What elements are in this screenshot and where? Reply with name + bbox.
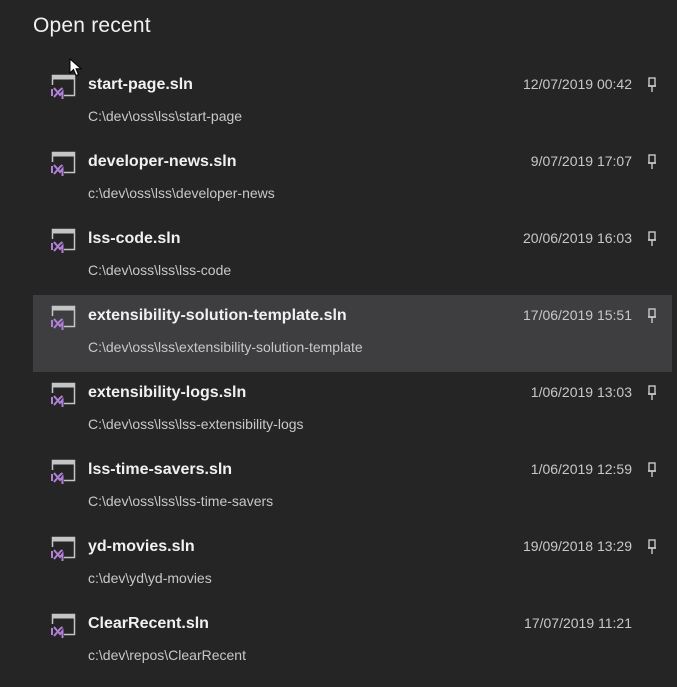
last-opened-date: 20/06/2019 16:03: [523, 230, 632, 246]
solution-path: C:\dev\oss\lss\lss-time-savers: [88, 493, 274, 509]
list-item[interactable]: ClearRecent.sln c:\dev\repos\ClearRecent…: [33, 603, 672, 680]
solution-icon: [50, 74, 76, 100]
solution-path: C:\dev\oss\lss\start-page: [88, 108, 243, 124]
pin-icon[interactable]: [646, 231, 658, 247]
list-item[interactable]: lss-time-savers.sln C:\dev\oss\lss\lss-t…: [33, 449, 672, 526]
solution-name: extensibility-logs.sln: [88, 384, 247, 401]
pin-icon[interactable]: [646, 539, 658, 555]
solution-path: c:\dev\yd\yd-movies: [88, 570, 212, 586]
pin-icon[interactable]: [646, 462, 658, 478]
list-item[interactable]: lss-code.sln C:\dev\oss\lss\lss-code 20/…: [33, 218, 672, 295]
list-item[interactable]: start-page.sln C:\dev\oss\lss\start-page…: [33, 64, 672, 141]
pin-icon[interactable]: [646, 308, 658, 324]
solution-name: lss-time-savers.sln: [88, 461, 233, 478]
pin-icon[interactable]: [646, 385, 658, 401]
solution-icon: [50, 151, 76, 177]
last-opened-date: 19/09/2018 13:29: [523, 538, 632, 554]
last-opened-date: 9/07/2019 17:07: [530, 153, 632, 169]
solution-name: extensibility-solution-template.sln: [88, 307, 347, 324]
list-item[interactable]: extensibility-logs.sln C:\dev\oss\lss\ls…: [33, 372, 672, 449]
solution-icon: [50, 613, 76, 639]
recent-list: start-page.sln C:\dev\oss\lss\start-page…: [33, 64, 672, 680]
solution-icon: [50, 459, 76, 485]
list-item[interactable]: yd-movies.sln c:\dev\yd\yd-movies 19/09/…: [33, 526, 672, 603]
last-opened-date: 17/07/2019 11:21: [524, 615, 632, 631]
pin-icon[interactable]: [646, 77, 658, 93]
pin-icon[interactable]: [646, 154, 658, 170]
last-opened-date: 12/07/2019 00:42: [523, 76, 632, 92]
solution-name: lss-code.sln: [88, 230, 181, 247]
solution-icon: [50, 536, 76, 562]
solution-name: ClearRecent.sln: [88, 615, 209, 632]
solution-name: yd-movies.sln: [88, 538, 195, 555]
last-opened-date: 1/06/2019 13:03: [530, 384, 632, 400]
solution-icon: [50, 382, 76, 408]
open-recent-panel: Open recent start-page.sln C:\dev\oss\ls…: [0, 0, 677, 687]
page-title: Open recent: [33, 14, 151, 37]
solution-path: c:\dev\oss\lss\developer-news: [88, 185, 275, 201]
list-item-selected[interactable]: extensibility-solution-template.sln C:\d…: [33, 295, 672, 372]
solution-path: C:\dev\oss\lss\lss-extensibility-logs: [88, 416, 304, 432]
solution-path: C:\dev\oss\lss\extensibility-solution-te…: [88, 339, 363, 355]
solution-path: c:\dev\repos\ClearRecent: [88, 647, 246, 663]
solution-icon: [50, 228, 76, 254]
solution-path: C:\dev\oss\lss\lss-code: [88, 262, 232, 278]
list-item[interactable]: developer-news.sln c:\dev\oss\lss\develo…: [33, 141, 672, 218]
solution-icon: [50, 305, 76, 331]
last-opened-date: 1/06/2019 12:59: [530, 461, 632, 477]
solution-name: developer-news.sln: [88, 153, 237, 170]
last-opened-date: 17/06/2019 15:51: [523, 307, 632, 323]
solution-name: start-page.sln: [88, 76, 193, 93]
